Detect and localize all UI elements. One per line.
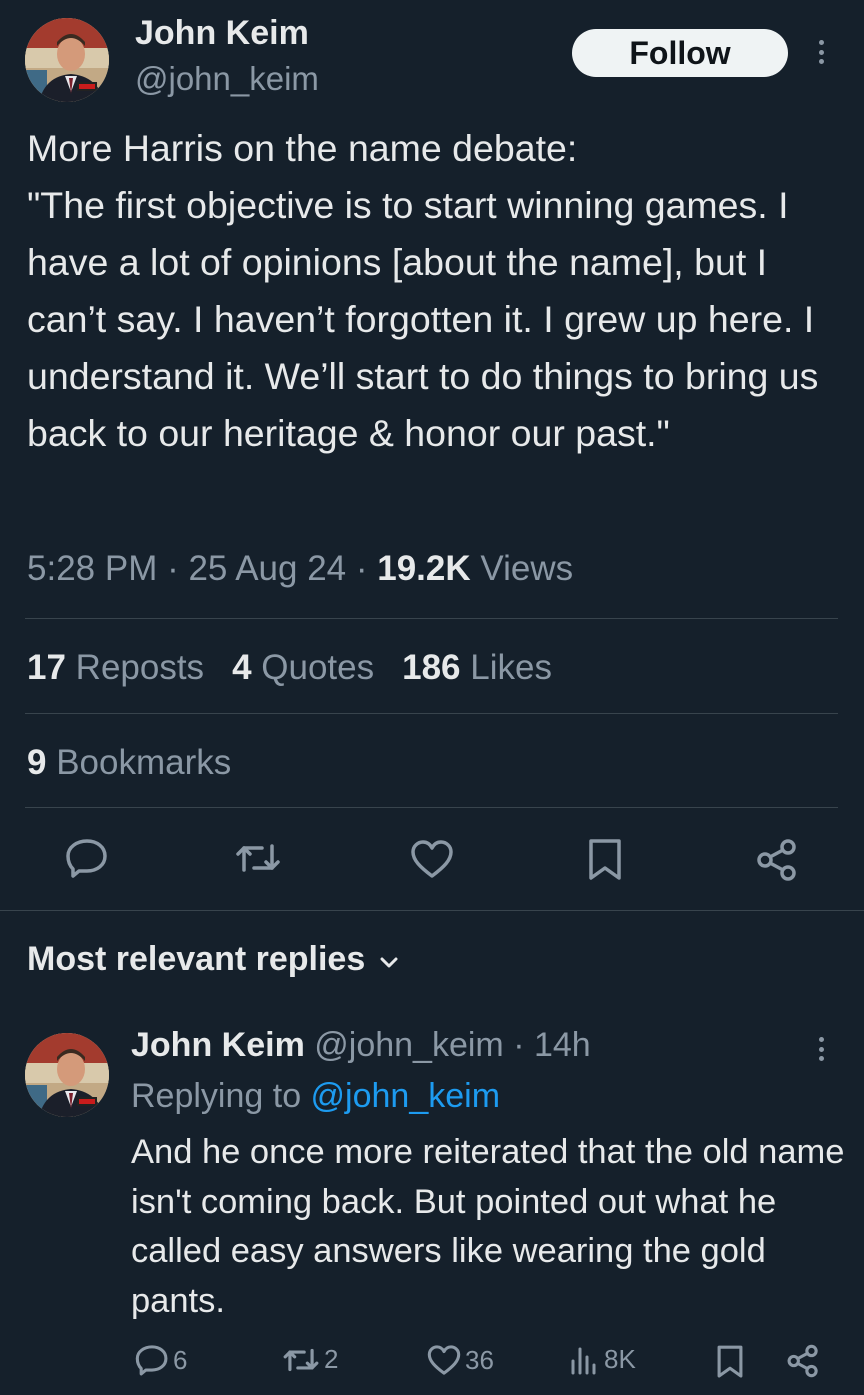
bookmarks-count: 9 xyxy=(27,743,47,782)
bookmark-icon[interactable] xyxy=(587,838,623,882)
replying-to-label: Replying to xyxy=(131,1077,311,1115)
reply-author-name[interactable]: John Keim xyxy=(131,1026,305,1064)
likes-label: Likes xyxy=(460,648,552,687)
reply-author-handle[interactable]: @john_keim xyxy=(305,1026,504,1064)
views-label: Views xyxy=(470,549,574,588)
reply-repost-button[interactable]: 2 xyxy=(282,1344,338,1375)
heart-icon xyxy=(427,1344,461,1376)
engagement-stats: 17 Reposts 4 Quotes 186 Likes xyxy=(27,648,552,688)
more-icon[interactable] xyxy=(813,1031,829,1067)
divider xyxy=(25,807,838,808)
likes-stat[interactable]: 186 Likes xyxy=(402,648,552,688)
likes-count: 186 xyxy=(402,648,461,687)
more-icon[interactable] xyxy=(813,34,829,70)
reply-views-count: 8K xyxy=(604,1344,636,1374)
reply-header: John Keim @john_keim · 14h xyxy=(131,1026,591,1065)
heart-icon[interactable] xyxy=(410,839,454,879)
author-name[interactable]: John Keim xyxy=(135,14,309,53)
reply-views-button[interactable]: 8K xyxy=(568,1344,636,1375)
section-divider xyxy=(0,910,864,911)
chevron-down-icon xyxy=(379,940,399,979)
repost-icon[interactable] xyxy=(234,840,282,876)
tweet-time[interactable]: 5:28 PM xyxy=(27,549,157,588)
reposts-label: Reposts xyxy=(65,648,205,687)
meta-separator: · xyxy=(157,549,189,588)
replying-to-handle[interactable]: @john_keim xyxy=(311,1077,501,1115)
tweet-date[interactable]: 25 Aug 24 xyxy=(188,549,346,588)
author-avatar[interactable] xyxy=(25,18,109,102)
replying-to: Replying to @john_keim xyxy=(131,1077,500,1116)
replies-sort-toggle[interactable]: Most relevant replies xyxy=(27,940,399,979)
quotes-count: 4 xyxy=(232,648,252,687)
tweet-text: More Harris on the name debate: "The fir… xyxy=(27,127,819,454)
reply-like-button[interactable]: 36 xyxy=(427,1344,494,1376)
replies-heading: Most relevant replies xyxy=(27,940,366,978)
bookmarks-label: Bookmarks xyxy=(46,743,232,782)
reply-text: And he once more reiterated that the old… xyxy=(131,1133,845,1320)
meta-separator: · xyxy=(346,549,378,588)
bookmark-icon[interactable] xyxy=(716,1344,744,1380)
divider xyxy=(25,713,838,714)
share-icon[interactable] xyxy=(786,1344,820,1378)
reply-author-avatar[interactable] xyxy=(25,1033,109,1117)
reply-reply-button[interactable]: 6 xyxy=(135,1344,187,1376)
reply-reply-count: 6 xyxy=(173,1344,188,1375)
divider xyxy=(25,618,838,619)
bookmarks-stat[interactable]: 9 Bookmarks xyxy=(27,743,231,783)
reposts-stat[interactable]: 17 Reposts xyxy=(27,648,204,688)
reply-time-separator: · xyxy=(503,1026,534,1064)
reply-time[interactable]: 14h xyxy=(534,1026,591,1064)
repost-icon xyxy=(282,1345,320,1375)
follow-button[interactable]: Follow xyxy=(572,29,788,77)
reply-icon xyxy=(135,1344,169,1376)
reposts-count: 17 xyxy=(27,648,66,687)
quotes-stat[interactable]: 4 Quotes xyxy=(232,648,374,688)
author-handle[interactable]: @john_keim xyxy=(135,60,319,98)
views-count: 19.2K xyxy=(377,549,471,588)
reply-repost-count: 2 xyxy=(324,1344,339,1374)
views-icon xyxy=(568,1345,600,1375)
reply-icon[interactable] xyxy=(65,838,109,878)
share-icon[interactable] xyxy=(755,838,799,882)
reply-action-bar: 6 2 36 8K xyxy=(0,1344,864,1388)
reply-like-count: 36 xyxy=(465,1344,494,1375)
tweet-meta: 5:28 PM · 25 Aug 24 · 19.2K Views xyxy=(27,549,573,589)
quotes-label: Quotes xyxy=(251,648,375,687)
